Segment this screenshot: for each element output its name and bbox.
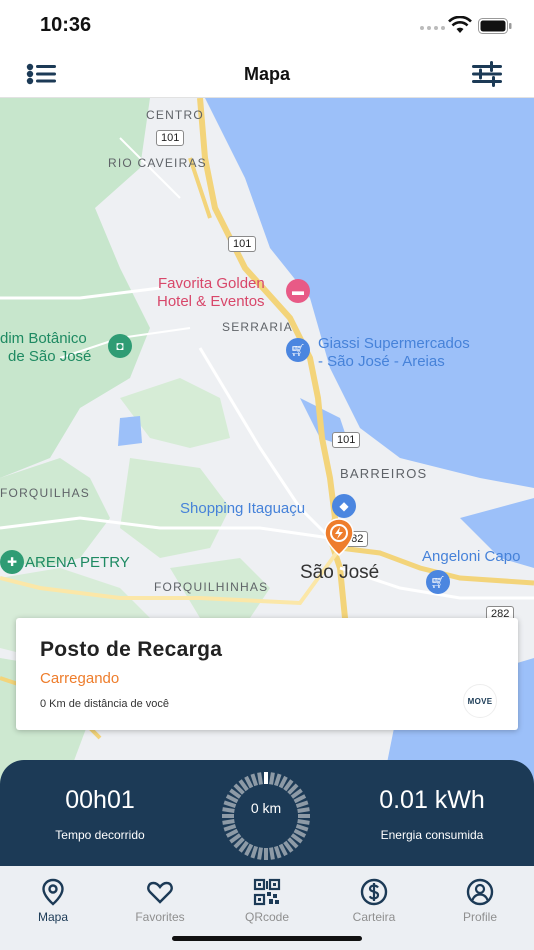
map-label-barreiros: BARREIROS <box>340 466 428 481</box>
tab-mapa[interactable]: Mapa <box>13 878 93 924</box>
battery-icon <box>478 18 512 34</box>
gauge-segment <box>257 847 263 860</box>
dollar-icon <box>360 878 388 906</box>
map-label-forquilhas: FORQUILHAS <box>0 486 91 500</box>
gauge-segment <box>244 775 254 789</box>
gauge-segment <box>278 775 288 789</box>
road-shield-101: 101 <box>228 236 257 252</box>
gauge-segment <box>244 843 254 857</box>
user-icon <box>466 878 494 906</box>
filter-icon[interactable] <box>470 60 504 88</box>
elapsed-time-label: Tempo decorrido <box>55 828 145 842</box>
stadium-icon[interactable]: ✚ <box>0 550 24 574</box>
tab-profile[interactable]: Profile <box>440 878 520 924</box>
shopping-cart-icon[interactable]: 🛒︎ <box>286 338 310 362</box>
poi-arena-name: ARENA PETRY <box>25 554 130 571</box>
qrcode-icon <box>253 878 281 906</box>
shopping-bag-icon[interactable]: ◆ <box>332 494 356 518</box>
charging-station-pin-icon[interactable] <box>324 518 354 556</box>
poi-angeloni-name: Angeloni Capo <box>422 548 521 565</box>
heart-icon <box>147 881 173 904</box>
poi-hotel-name-2: Hotel & Eventos <box>157 293 265 310</box>
brand-logo: MOVE <box>463 684 497 718</box>
map-pin-icon <box>42 878 64 906</box>
distance-gauge <box>222 772 310 860</box>
hotel-icon[interactable]: ▬ <box>286 279 310 303</box>
map-label-centro: CENTRO <box>146 108 204 122</box>
station-distance: 0 Km de distância de você <box>40 698 170 710</box>
poi-giassi-name: Giassi Supermercados <box>318 335 470 352</box>
app-header: Mapa <box>0 50 534 98</box>
gauge-segment <box>273 773 282 787</box>
gauge-segment <box>223 823 237 832</box>
wifi-icon <box>448 16 472 33</box>
map-label-serraria: SERRARIA <box>222 320 293 334</box>
energy-label: Energia consumida <box>380 828 484 842</box>
tab-favorites[interactable]: Favorites <box>120 878 200 924</box>
status-bar: 10:36 <box>0 0 534 50</box>
poi-giassi-name-2: - São José - Areias <box>318 353 445 370</box>
page-title: Mapa <box>243 64 290 84</box>
gauge-distance-text: 0 km <box>250 800 282 816</box>
road-shield-101: 101 <box>332 432 361 448</box>
shopping-cart-icon[interactable]: 🛒︎ <box>426 570 450 594</box>
home-indicator <box>172 936 362 941</box>
station-info-card[interactable]: Posto de Recarga Carregando 0 Km de dist… <box>16 618 518 730</box>
gauge-segment <box>269 847 275 860</box>
charging-session-panel: 00h01 Tempo decorrido 0 km 0.01 kWh Ener… <box>0 760 534 866</box>
gauge-segment <box>297 819 310 825</box>
tab-label: Profile <box>462 910 497 924</box>
poi-shopping-name: Shopping Itaguaçu <box>180 500 306 517</box>
tab-label: QRcode <box>244 910 290 924</box>
gauge-segment <box>278 843 288 857</box>
poi-jardim-name-2: de São José <box>8 348 92 365</box>
gauge-segment <box>257 772 263 785</box>
gauge-segment <box>250 845 259 859</box>
elapsed-time-value: 00h01 <box>65 786 135 814</box>
tab-label: Mapa <box>37 910 69 924</box>
station-name: Posto de Recarga <box>40 638 223 661</box>
map-label-rio-caveiras: RIO CAVEIRAS <box>108 156 207 170</box>
poi-hotel-name: Favorita Golden <box>158 275 265 292</box>
tab-label: Favorites <box>135 910 185 924</box>
gauge-segment <box>269 772 275 785</box>
camera-icon[interactable]: ◘ <box>108 334 132 358</box>
poi-jardim-name: dim Botânico <box>0 330 87 347</box>
tab-label: Carteira <box>352 910 396 924</box>
gauge-segment <box>225 828 239 838</box>
signal-icon <box>420 26 445 30</box>
gauge-segment <box>293 828 307 838</box>
gauge-segment <box>250 773 259 787</box>
map-label-sao-jose: São José <box>300 562 380 583</box>
road-shield-101: 101 <box>156 130 185 146</box>
gauge-segment <box>295 823 309 832</box>
gauge-segment <box>222 819 235 825</box>
gauge-segment <box>273 845 282 859</box>
energy-value: 0.01 kWh <box>379 786 485 814</box>
station-status: Carregando <box>40 670 120 687</box>
tab-qrcode[interactable]: QRcode <box>227 878 307 924</box>
status-time: 10:36 <box>40 14 92 36</box>
map-label-forquilhinhas: FORQUILHINHAS <box>154 580 269 594</box>
tab-carteira[interactable]: Carteira <box>334 878 414 924</box>
